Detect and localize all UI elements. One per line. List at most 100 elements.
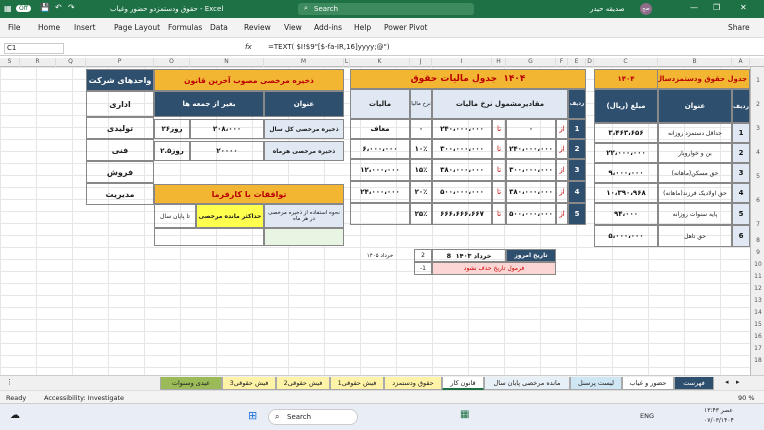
salary-row-amount[interactable]: ۵،۰۰۰،۰۰۰	[594, 225, 658, 247]
date-num[interactable]: 2	[414, 249, 432, 262]
share-button[interactable]: Share	[728, 23, 750, 32]
salary-row-title[interactable]: پایه سنوات روزانه	[658, 203, 732, 225]
agreements-max-value[interactable]	[154, 228, 264, 246]
tax-rate[interactable]: ۲۵٪	[410, 203, 432, 225]
col-H[interactable]: H	[492, 58, 506, 67]
salary-row-num[interactable]: 4	[732, 183, 750, 203]
salary-row-num[interactable]: 2	[732, 143, 750, 163]
unit-item[interactable]: مدیریت	[86, 183, 154, 205]
status-accessibility[interactable]: Accessibility: Investigate	[44, 394, 124, 402]
menu-power-pivot[interactable]: Power Pivot	[384, 23, 427, 32]
tax-row-num[interactable]: 4	[568, 181, 586, 203]
tab-payslip-2[interactable]: فیش حقوقی2	[276, 377, 330, 390]
leave-row-value[interactable]: ۲۰۰۰۰	[190, 141, 264, 161]
weather-icon[interactable]: ☁	[10, 410, 20, 421]
row-11[interactable]: 11	[751, 273, 764, 280]
row-8[interactable]: 8	[751, 237, 764, 244]
unit-item[interactable]: فنی	[86, 139, 154, 161]
tax-from-value[interactable]: ۲۴۰،۰۰۰،۰۰۰	[506, 139, 556, 159]
search-box[interactable]: ⌕ Search	[298, 3, 474, 15]
excel-icon[interactable]: ▦	[4, 4, 12, 13]
salary-row-title[interactable]: حق مسکن(ماهانه)	[658, 163, 732, 183]
fx-icon[interactable]: fx	[245, 43, 252, 51]
tax-rate[interactable]: ۲۰٪	[410, 181, 432, 203]
tax-to-value[interactable]: ۲۴۰،۰۰۰،۰۰۰	[432, 119, 492, 139]
tab-payslip-1[interactable]: فیش حقوقی1	[330, 377, 384, 390]
date-note-num[interactable]: -1	[414, 262, 432, 275]
row-7[interactable]: 7	[751, 221, 764, 228]
row-3[interactable]: 3	[751, 125, 764, 132]
salary-row-amount[interactable]: ۹،۰۰۰،۰۰۰	[594, 163, 658, 183]
unit-item[interactable]: فروش	[86, 161, 154, 183]
salary-row-num[interactable]: 1	[732, 123, 750, 143]
tax-from-value[interactable]: ۳۰۰،۰۰۰،۰۰۰	[506, 159, 556, 181]
col-S[interactable]: S	[0, 58, 20, 67]
row-2[interactable]: 2	[751, 101, 764, 108]
row-9[interactable]: 9	[751, 249, 764, 256]
salary-row-amount[interactable]: ۹۴،۰۰۰	[594, 203, 658, 225]
tab-scroll-right-icon[interactable]: ▸	[736, 378, 740, 386]
tab-payroll[interactable]: حقوق ودستمزد	[384, 377, 442, 390]
leave-row-days[interactable]: ۲.۵روز	[154, 141, 190, 161]
tax-row-num[interactable]: 3	[568, 159, 586, 181]
menu-data[interactable]: Data	[210, 23, 228, 32]
tax-amount[interactable]: معاف	[350, 119, 410, 139]
row-13[interactable]: 13	[751, 297, 764, 304]
col-D[interactable]: D	[586, 58, 594, 67]
menu-home[interactable]: Home	[38, 23, 60, 32]
col-N[interactable]: N	[190, 58, 264, 67]
tax-rate[interactable]: ۱۵٪	[410, 159, 432, 181]
name-box[interactable]: C1	[4, 43, 64, 54]
leave-row-value[interactable]: ۲۰۸،۰۰۰	[190, 119, 264, 139]
col-I[interactable]: I	[432, 58, 492, 67]
tab-index[interactable]: فهرست	[674, 377, 714, 390]
row-1[interactable]: 1	[751, 77, 764, 84]
salary-row-title[interactable]: حق تاهل	[658, 225, 732, 247]
tab-personnel[interactable]: لیست پرسنل	[570, 377, 622, 390]
tax-title[interactable]: جدول مالیات حقوق ۱۴۰۴	[350, 69, 586, 89]
row-10[interactable]: 10	[751, 261, 764, 268]
menu-help[interactable]: Help	[354, 23, 371, 32]
menu-insert[interactable]: Insert	[74, 23, 96, 32]
salary-row-title[interactable]: بن و خواروبار	[658, 143, 732, 163]
tax-row-num[interactable]: 2	[568, 139, 586, 159]
user-name[interactable]: صدیقه حیدر	[590, 5, 625, 13]
tax-to-value[interactable]: ۳۰۰،۰۰۰،۰۰۰	[432, 139, 492, 159]
salary-row-title[interactable]: حق اولادیک فرزند(ماهانه)	[658, 183, 732, 203]
salary-row-amount[interactable]: ۱۰،۳۹۰،۹۶۸	[594, 183, 658, 203]
agreements-usage[interactable]: نحوه استفاده از ذخیره مرخصی در هر ماه	[264, 204, 344, 228]
col-B[interactable]: B	[658, 58, 732, 67]
col-O[interactable]: O	[154, 58, 190, 67]
menu-formulas[interactable]: Formulas	[168, 23, 202, 32]
tax-to-value[interactable]: ۳۸۰،۰۰۰،۰۰۰	[432, 159, 492, 181]
salary-row-num[interactable]: 3	[732, 163, 750, 183]
salary-row-num[interactable]: 6	[732, 225, 750, 247]
tax-rate[interactable]: ۱۰٪	[410, 139, 432, 159]
leave-row-title[interactable]: ذخیره مرخصی هرماه	[264, 141, 344, 161]
save-icon[interactable]: 💾	[40, 3, 50, 12]
salary-year[interactable]: ۱۴۰۴	[594, 69, 658, 89]
tax-amount[interactable]: ۶،۰۰۰،۰۰۰	[350, 139, 410, 159]
tax-rate[interactable]: ۰	[410, 119, 432, 139]
agreements-max[interactable]: حداکثر مانده مرخصی	[196, 204, 264, 228]
tax-amount[interactable]: ۱۲،۰۰۰،۰۰۰	[350, 159, 410, 181]
tax-from-value[interactable]: ۰	[506, 119, 556, 139]
taskbar-search[interactable]: ⌕ Search	[268, 409, 358, 425]
col-K[interactable]: K	[350, 58, 410, 67]
unit-item[interactable]: تولیدی	[86, 117, 154, 139]
undo-icon[interactable]: ↶	[55, 3, 62, 12]
tab-leave-balance[interactable]: مانده مرخصی پایان سال	[484, 377, 570, 390]
date-value[interactable]: 8 خرداد ۱۴۰۳	[432, 249, 506, 262]
zoom-level[interactable]: 90 %	[738, 394, 755, 402]
excel-taskbar-icon[interactable]: ▦	[460, 409, 469, 420]
tab-bonus[interactable]: عیدی وسنوات	[160, 377, 222, 390]
col-Q[interactable]: Q	[56, 58, 86, 67]
tab-labor-law[interactable]: قانون کار	[442, 377, 484, 390]
close-icon[interactable]: ✕	[740, 3, 747, 12]
col-M[interactable]: M	[264, 58, 344, 67]
salary-row-amount[interactable]: ۳،۴۶۳،۶۵۶	[594, 123, 658, 143]
agreements-until[interactable]: تا پایان سال	[154, 204, 196, 228]
leave-title[interactable]: ذخیره مرخصی مصوب آخرین قانون	[154, 69, 344, 91]
col-C[interactable]: C	[594, 58, 658, 67]
menu-page-layout[interactable]: Page Layout	[114, 23, 160, 32]
